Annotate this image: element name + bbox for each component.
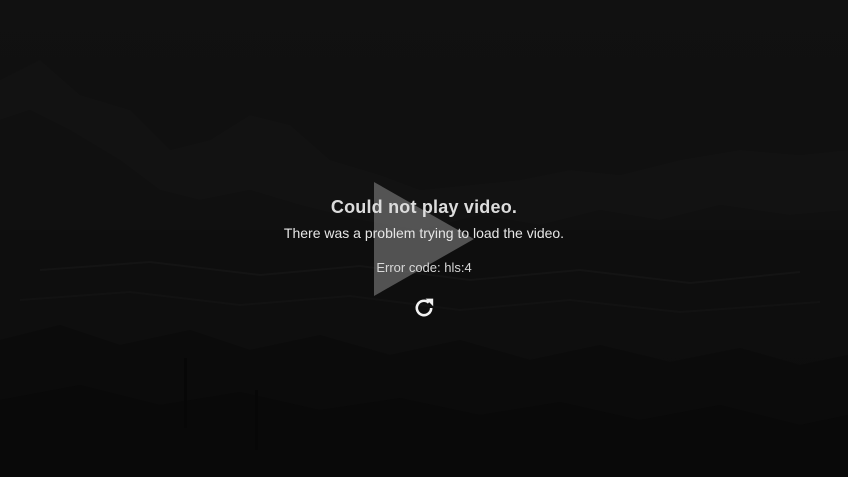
error-code: Error code: hls:4 xyxy=(376,260,472,275)
retry-button[interactable] xyxy=(411,295,437,321)
error-panel: Could not play video. There was a proble… xyxy=(0,0,848,477)
error-message: There was a problem trying to load the v… xyxy=(283,225,565,241)
error-title: Could not play video. xyxy=(330,197,518,217)
video-player: Could not play video. There was a proble… xyxy=(0,0,848,477)
retry-icon xyxy=(415,298,434,317)
